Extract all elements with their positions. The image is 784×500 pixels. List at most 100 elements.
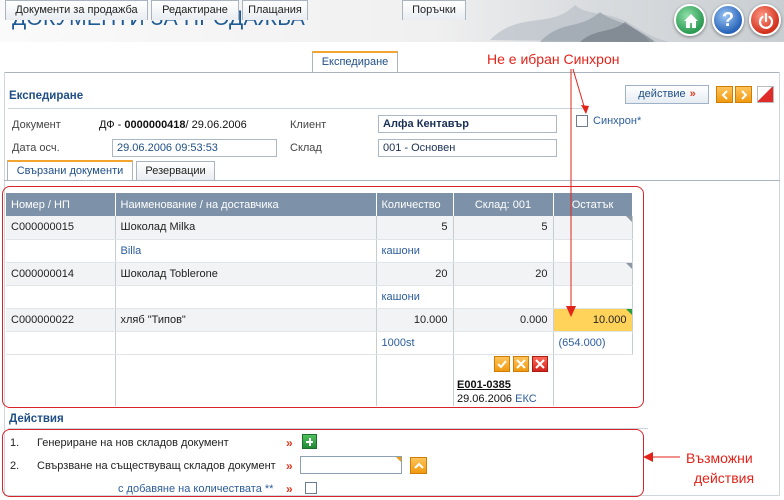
check-icon xyxy=(497,360,507,369)
action-arrow-icon: » xyxy=(689,88,696,100)
exit-button[interactable] xyxy=(749,4,781,36)
document-value: ДФ - 0000000418/ 29.06.2006 xyxy=(99,119,247,131)
warehouse-document-input[interactable] xyxy=(300,456,402,474)
date-label: Дата осч. xyxy=(12,142,60,154)
delete-button[interactable] xyxy=(532,356,548,372)
action-1-label: Генериране на нов складов документ xyxy=(37,437,229,449)
add-quantities-checkbox[interactable] xyxy=(305,482,317,494)
cell-supplier xyxy=(115,285,377,309)
cell-unit: 1000st xyxy=(376,331,454,355)
action-button[interactable]: действие» xyxy=(625,85,709,104)
cell-stock: 5 xyxy=(453,216,554,240)
action-button-label: действие xyxy=(638,88,686,100)
tab-label: Документи за продажба xyxy=(15,4,138,16)
cell-remaining[interactable] xyxy=(553,216,633,240)
linked-document-date: 29.06.2006 ЕКС xyxy=(457,393,537,405)
add-quantities-arrow-icon: » xyxy=(286,482,293,496)
tab-payments[interactable]: Плащания xyxy=(242,0,308,20)
cell-empty xyxy=(6,239,116,263)
related-documents-table: Номер / НП Наименование / на доставчика … xyxy=(6,193,633,406)
cell-stock: 20 xyxy=(453,262,554,286)
table-row[interactable]: C000000014 Шоколад Toblerone 20 20 xyxy=(6,262,633,286)
warehouse-label: Склад xyxy=(290,142,322,154)
client-label: Клиент xyxy=(290,119,327,131)
generate-document-button[interactable] xyxy=(302,434,317,449)
document-prefix: ДФ - xyxy=(99,119,125,131)
tab-label: Редактиране xyxy=(162,4,228,16)
annotation-actions-1: Възможни xyxy=(686,450,753,466)
prev-button[interactable] xyxy=(716,86,733,103)
table-subrow: кашони xyxy=(6,285,633,309)
client-field[interactable]: Алфа Кентавър xyxy=(378,115,557,133)
linked-document-date-value: 29.06.2006 xyxy=(457,393,513,405)
tab-label: Експедиране xyxy=(321,56,389,68)
cell-number: C000000015 xyxy=(6,216,116,240)
home-button[interactable] xyxy=(674,4,706,36)
tab-shipping[interactable]: Експедиране xyxy=(312,51,398,73)
home-icon xyxy=(684,14,698,28)
col-remaining[interactable]: Остатък xyxy=(553,193,633,216)
col-quantity[interactable]: Количество xyxy=(376,193,454,216)
confirm-button[interactable] xyxy=(494,356,510,372)
header-decoration-image xyxy=(490,5,670,42)
action-1-arrow-icon: » xyxy=(286,436,293,450)
close-corner-button[interactable] xyxy=(757,86,774,103)
subtab-divider xyxy=(4,180,780,181)
section-title: Експедиране xyxy=(9,90,84,102)
tab-sales-documents[interactable]: Документи за продажба xyxy=(5,0,148,20)
chevron-up-icon xyxy=(414,462,424,469)
table-subrow: Billa кашони xyxy=(6,239,633,263)
cell-quantity: 10.000 xyxy=(376,308,454,332)
cell-empty xyxy=(115,354,377,406)
col-name[interactable]: Наименование / на доставчика xyxy=(115,193,377,216)
sync-label: Синхрон* xyxy=(593,115,642,127)
col-number[interactable]: Номер / НП xyxy=(6,193,116,216)
close-icon xyxy=(516,359,526,369)
cell-empty xyxy=(6,285,116,309)
cell-empty xyxy=(376,354,454,406)
table-header-row: Номер / НП Наименование / на доставчика … xyxy=(6,193,633,216)
power-icon xyxy=(758,12,774,29)
cell-stock: 0.000 xyxy=(453,308,554,332)
link-document-button[interactable] xyxy=(410,457,427,474)
cell-name: хляб "Типов" xyxy=(115,308,377,332)
delete-icon xyxy=(535,359,545,369)
cell-quantity: 20 xyxy=(376,262,454,286)
cell-remaining-highlighted[interactable]: 10.000 xyxy=(553,308,633,332)
table-row[interactable]: C000000015 Шоколад Milka 5 5 xyxy=(6,216,633,240)
subtab-label: Резервации xyxy=(145,165,206,177)
document-date: / 29.06.2006 xyxy=(185,119,247,131)
cell-empty xyxy=(6,331,116,355)
action-2-label: Свързване на съществуващ складов докумен… xyxy=(37,460,276,472)
tab-reservations[interactable]: Резервации xyxy=(136,161,215,180)
tab-orders[interactable]: Поръчки xyxy=(402,0,466,20)
cancel-edit-button[interactable] xyxy=(513,356,529,372)
date-field[interactable]: 29.06.2006 09:53:53 xyxy=(112,139,277,157)
sync-checkbox[interactable] xyxy=(576,115,588,127)
document-label: Документ xyxy=(12,119,61,131)
cell-remaining[interactable] xyxy=(553,262,633,286)
next-button[interactable] xyxy=(735,86,752,103)
cell-number: C000000014 xyxy=(6,262,116,286)
action-1-number: 1. xyxy=(10,437,20,449)
cell-sub-remaining: (654.000) xyxy=(553,331,633,355)
tab-label: Плащания xyxy=(248,4,302,16)
tab-edit[interactable]: Редактиране xyxy=(151,0,239,20)
chevron-right-icon xyxy=(741,90,748,100)
table-subrow: 1000st (654.000) xyxy=(6,331,633,355)
table-row[interactable]: C000000022 хляб "Типов" 10.000 0.000 10.… xyxy=(6,308,633,332)
help-button[interactable]: ? xyxy=(712,4,744,36)
cell-supplier xyxy=(115,331,377,355)
cell-name: Шоколад Milka xyxy=(115,216,377,240)
linked-document-link[interactable]: E001-0385 xyxy=(457,379,511,391)
section-divider xyxy=(8,108,582,109)
help-icon: ? xyxy=(721,9,735,31)
tab-related-documents[interactable]: Свързани документи xyxy=(7,160,133,181)
col-warehouse[interactable]: Склад: 001 xyxy=(453,193,554,216)
chevron-left-icon xyxy=(721,90,728,100)
document-number: 0000000418 xyxy=(124,119,186,131)
action-2-arrow-icon: » xyxy=(286,459,293,473)
warehouse-field[interactable]: 001 - Основен xyxy=(378,139,557,157)
cell-quantity: 5 xyxy=(376,216,454,240)
subtab-label: Свързани документи xyxy=(16,165,124,177)
